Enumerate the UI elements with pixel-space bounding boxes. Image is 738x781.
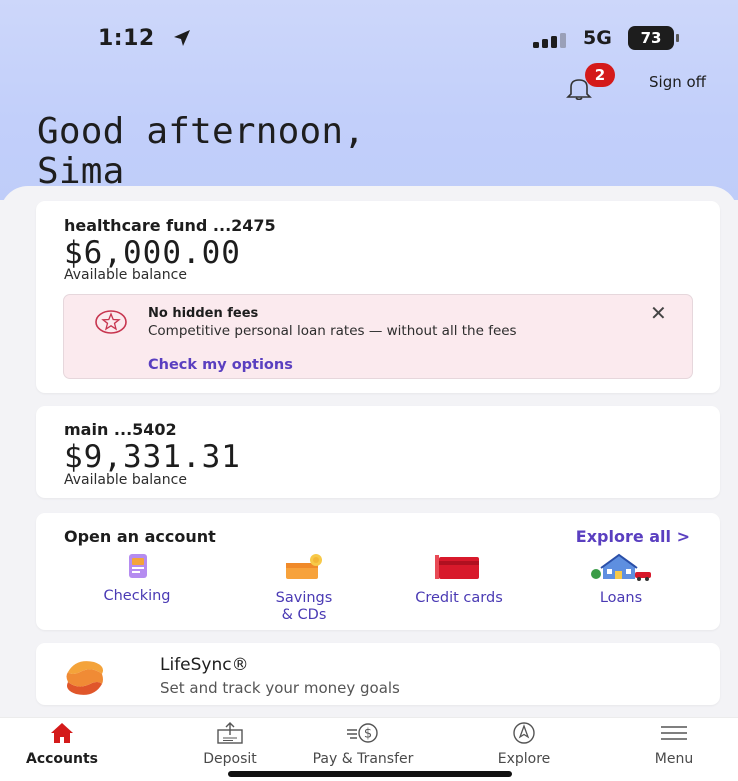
greeting: Good afternoon, Sima xyxy=(37,112,365,192)
notification-badge: 2 xyxy=(585,63,615,87)
tab-label: Menu xyxy=(654,751,694,767)
app-screen: 1:12 5G 73 2 Sign off Good afternoon, Si… xyxy=(0,0,738,781)
pay-transfer-icon: $ xyxy=(347,723,378,743)
tab-deposit[interactable]: Deposit xyxy=(186,722,274,767)
promo-text: Competitive personal loan rates — withou… xyxy=(148,323,517,339)
promo-title: No hidden fees xyxy=(148,306,259,321)
product-loans[interactable]: Loans xyxy=(576,553,666,607)
open-account-title: Open an account xyxy=(64,527,216,546)
product-label: Credit cards xyxy=(415,590,503,606)
lifesync-title: LifeSync® xyxy=(160,655,249,675)
svg-text:$: $ xyxy=(364,727,372,742)
tab-menu[interactable]: Menu xyxy=(630,722,718,767)
close-icon[interactable]: ✕ xyxy=(650,301,667,325)
product-checking[interactable]: Checking xyxy=(92,553,182,605)
star-badge-icon xyxy=(95,310,127,334)
lifesync-subtitle: Set and track your money goals xyxy=(160,679,400,697)
balance-label: Available balance xyxy=(64,267,187,283)
credit-card-icon xyxy=(435,555,479,579)
deposit-icon xyxy=(217,722,243,744)
product-label: Savings xyxy=(275,590,333,606)
explore-all-link[interactable]: Explore all > xyxy=(576,527,690,546)
status-time: 1:12 xyxy=(98,26,155,51)
savings-icon xyxy=(286,554,322,579)
balance-label: Available balance xyxy=(64,472,187,488)
battery-nub xyxy=(676,34,679,42)
house-icon xyxy=(591,553,651,581)
tab-label: Explore xyxy=(497,751,551,767)
home-icon xyxy=(51,723,73,743)
signoff-button[interactable]: Sign off xyxy=(649,73,706,91)
tab-label: Pay & Transfer xyxy=(312,751,414,767)
menu-icon xyxy=(661,726,687,740)
product-label: Checking xyxy=(103,588,171,604)
tab-explore[interactable]: Explore xyxy=(480,722,568,767)
open-account-card: Open an account Explore all > Checking S… xyxy=(36,513,720,630)
lifesync-logo-icon xyxy=(66,661,103,695)
account-name: healthcare fund ...2475 xyxy=(64,216,276,235)
location-arrow-icon xyxy=(174,30,190,46)
home-indicator[interactable] xyxy=(228,771,512,777)
lifesync-card[interactable]: LifeSync® Set and track your money goals xyxy=(36,643,720,705)
promo-banner: No hidden fees Competitive personal loan… xyxy=(63,294,693,379)
greeting-line: Good afternoon, xyxy=(37,111,366,152)
account-balance: $6,000.00 xyxy=(64,235,241,271)
product-label-line2: & CDs xyxy=(281,607,327,623)
check-options-link[interactable]: Check my options xyxy=(148,357,293,373)
tab-accounts[interactable]: Accounts xyxy=(18,722,106,767)
compass-icon xyxy=(513,722,535,744)
network-type: 5G xyxy=(583,27,612,49)
status-bar: 1:12 5G 73 xyxy=(0,18,738,58)
product-savings[interactable]: Savings & CDs xyxy=(254,553,354,624)
signal-icon xyxy=(533,33,566,48)
tab-label: Accounts xyxy=(25,751,98,767)
account-name: main ...5402 xyxy=(64,420,177,439)
checking-icon xyxy=(129,554,147,578)
product-credit-cards[interactable]: Credit cards xyxy=(394,553,524,607)
account-card-healthcare[interactable]: healthcare fund ...2475 $6,000.00 Availa… xyxy=(36,201,720,393)
product-label: Loans xyxy=(599,590,643,606)
tab-label: Deposit xyxy=(203,751,257,767)
battery-indicator: 73 xyxy=(628,26,674,50)
account-balance: $9,331.31 xyxy=(64,439,241,475)
account-card-main[interactable]: main ...5402 $9,331.31 Available balance xyxy=(36,406,720,498)
tab-pay-transfer[interactable]: $ Pay & Transfer xyxy=(300,722,426,767)
